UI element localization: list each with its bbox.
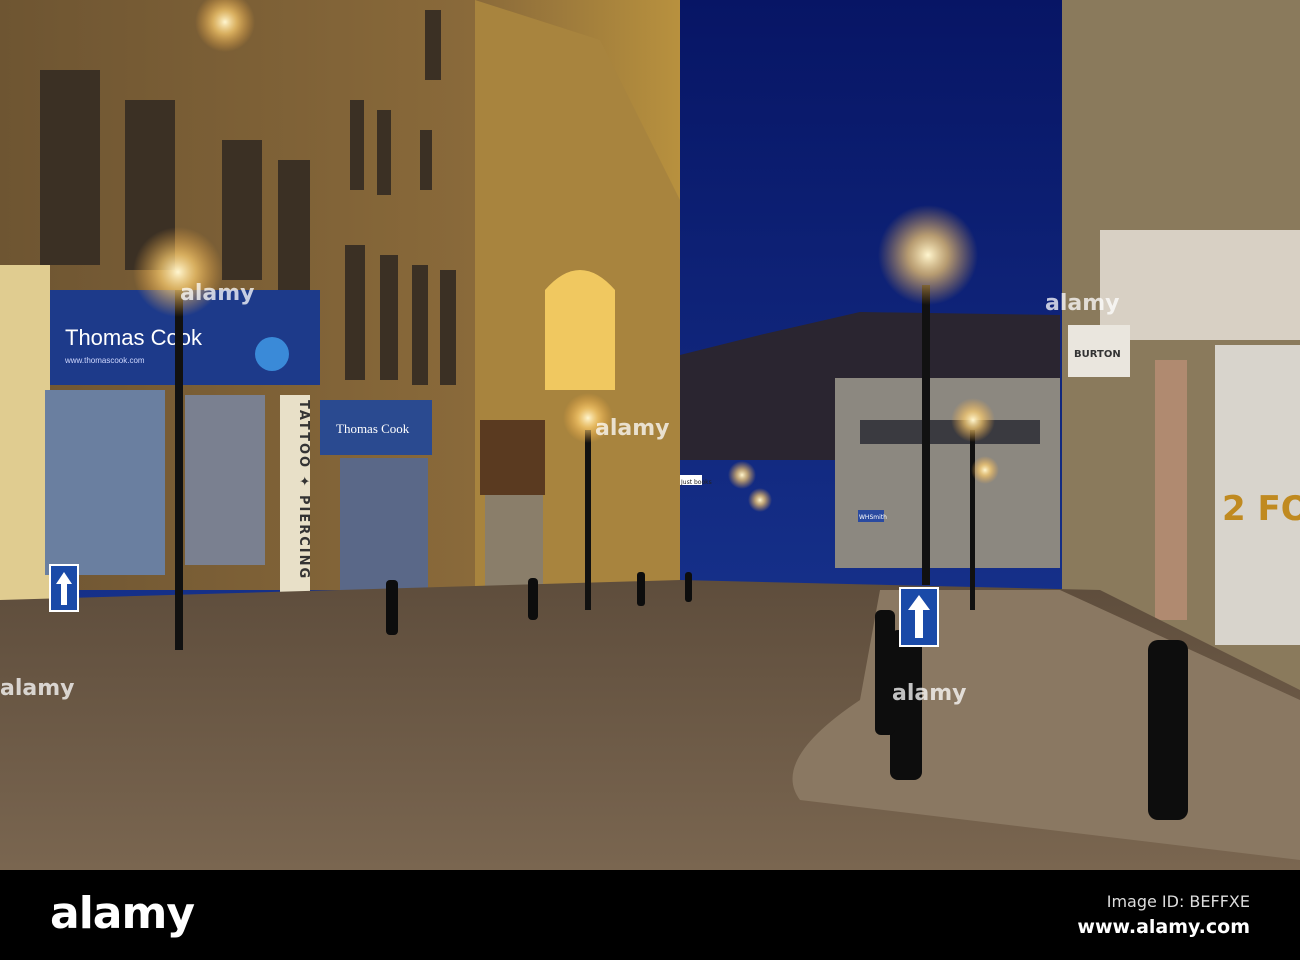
distant-building xyxy=(835,378,1060,568)
burton-sign: BURTON xyxy=(1074,349,1121,360)
svg-text:alamy: alamy xyxy=(0,676,75,701)
shop-sign-thomas-cook-2: Thomas Cook xyxy=(336,421,410,436)
thomas-cook-badge xyxy=(255,337,289,371)
image-id: Image ID: BEFFXE xyxy=(1106,892,1250,911)
stock-photo: Thomas Cook www.thomascook.com TATTOO ✦ … xyxy=(0,0,1300,960)
site-url: www.alamy.com xyxy=(1077,916,1250,938)
lit-archway xyxy=(545,270,615,390)
shop-window xyxy=(45,390,165,575)
shop-url: www.thomascook.com xyxy=(64,356,145,365)
footer-bar: alamy Image ID: BEFFXE www.alamy.com xyxy=(0,870,1300,960)
svg-text:alamy: alamy xyxy=(1045,291,1120,316)
alamy-logo: alamy xyxy=(50,888,195,939)
whsmith-sign: WHSmith xyxy=(859,514,887,521)
svg-text:alamy: alamy xyxy=(595,416,670,441)
offer-sign: 2 FOR xyxy=(1222,489,1300,529)
street-scene: Thomas Cook www.thomascook.com TATTOO ✦ … xyxy=(0,0,1300,870)
svg-text:alamy: alamy xyxy=(892,681,967,706)
books-sign: Just books xyxy=(680,479,712,486)
tattoo-sign: TATTOO ✦ PIERCING xyxy=(296,400,311,580)
svg-text:alamy: alamy xyxy=(180,281,255,306)
